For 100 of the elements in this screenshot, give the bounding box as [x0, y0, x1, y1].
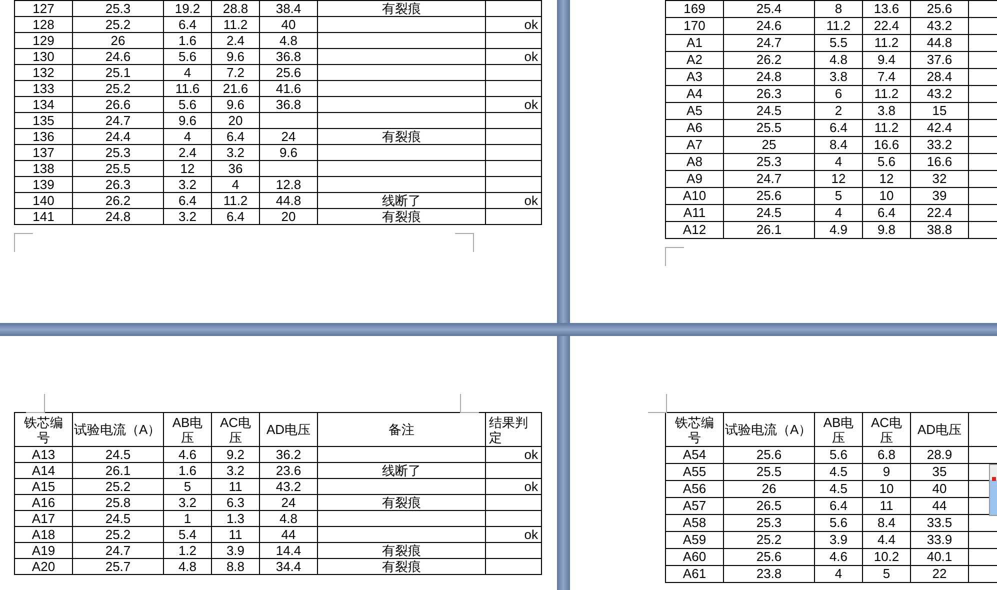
table-cell: 6.3 — [212, 494, 260, 510]
table-cell: ok — [486, 446, 542, 462]
table-cell: 24.7 — [724, 34, 814, 52]
table-cell: 4.8 — [260, 510, 318, 526]
table-cell: 33.9 — [910, 532, 968, 548]
table-cell: 11.2 — [862, 34, 910, 52]
table-cell: 20 — [212, 112, 260, 128]
table-cell: 4 — [814, 204, 862, 222]
table-cell: 1.3 — [212, 510, 260, 526]
table-cell: 5 — [862, 566, 910, 582]
table-cell: 7.4 — [862, 68, 910, 86]
column-header: 试验电流（A） — [72, 412, 164, 446]
crop-mark — [14, 233, 33, 252]
table-cell: 9.8 — [862, 222, 910, 238]
table-cell: 20 — [260, 208, 318, 224]
table-cell: 11.2 — [862, 120, 910, 136]
table-cell: 3.2 — [164, 176, 212, 192]
table-cell: 4 — [164, 128, 212, 144]
table-cell: 44 — [910, 498, 968, 514]
empty-table-cell — [486, 176, 542, 192]
table-cell: 44.8 — [910, 34, 968, 52]
table-cell: A54 — [666, 446, 724, 464]
table-cell: A60 — [666, 548, 724, 566]
table-cell: 9.6 — [212, 48, 260, 64]
table-cell: 38.4 — [260, 0, 318, 16]
crop-mark — [665, 247, 684, 266]
table-cell: 37.6 — [910, 52, 968, 68]
column-header: 备注 — [318, 412, 486, 446]
table-cell: 6.8 — [862, 446, 910, 464]
table-cell: 22.4 — [862, 18, 910, 34]
empty-table-cell — [486, 558, 542, 574]
table-cell: 12 — [814, 170, 862, 188]
table-cell: ok — [486, 192, 542, 208]
table-cell: 3.2 — [212, 144, 260, 160]
table-cell: 38.8 — [910, 222, 968, 238]
table-cell: 4.8 — [164, 558, 212, 574]
table-cell: 24.7 — [72, 112, 164, 128]
table-cell: A2 — [666, 52, 724, 68]
empty-table-cell — [486, 112, 542, 128]
table-cell: 28.8 — [212, 0, 260, 16]
column-header: AC电压 — [212, 412, 260, 446]
table-cell: A55 — [666, 464, 724, 480]
table-cell: 32 — [910, 170, 968, 188]
table-cell: A12 — [666, 222, 724, 238]
table-cell: 16.6 — [862, 136, 910, 154]
table-cell: 25.5 — [724, 464, 814, 480]
table-cell: 22 — [910, 566, 968, 582]
table-cell: 140 — [14, 192, 72, 208]
table-cell: 43.2 — [910, 86, 968, 102]
table-cell: 8.4 — [814, 136, 862, 154]
table-cell: 9.4 — [862, 52, 910, 68]
empty-header-cell — [968, 412, 997, 446]
table-cell: 26.5 — [724, 498, 814, 514]
table-cell: 5.4 — [164, 526, 212, 542]
table-cell: 11.2 — [212, 16, 260, 32]
empty-table-cell — [486, 80, 542, 96]
table-cell: 3.2 — [164, 208, 212, 224]
table-cell: 3.2 — [212, 462, 260, 478]
table-cell: A1 — [666, 34, 724, 52]
column-header: AD电压 — [260, 412, 318, 446]
table-cell: 2.4 — [212, 32, 260, 48]
table-cell: 5.6 — [164, 48, 212, 64]
table-cell: 25.3 — [724, 154, 814, 170]
table-cell: 24.5 — [72, 446, 164, 462]
table-cell: 25.2 — [72, 526, 164, 542]
table-cell: 25.6 — [910, 0, 968, 18]
table-cell: 14.4 — [260, 542, 318, 558]
table-cell: 4.8 — [814, 52, 862, 68]
table-cell: 11 — [212, 526, 260, 542]
table-cell: 10.2 — [862, 548, 910, 566]
side-tab[interactable] — [989, 464, 997, 516]
table-cell: 43.2 — [260, 478, 318, 494]
table-cell: 26.2 — [724, 52, 814, 68]
table-cell: A6 — [666, 120, 724, 136]
empty-table-cell — [260, 160, 318, 176]
crop-mark — [460, 394, 479, 413]
table-cell: 132 — [14, 64, 72, 80]
table-cell: ok — [486, 16, 542, 32]
table-cell: 169 — [666, 0, 724, 18]
table-cell: A9 — [666, 170, 724, 188]
table-cell: A3 — [666, 68, 724, 86]
table-cell: 25.4 — [724, 0, 814, 18]
table-cell: 12 — [862, 170, 910, 188]
table-cell: 43.2 — [910, 18, 968, 34]
table-cell: 6.4 — [212, 128, 260, 144]
table-cell: 4.5 — [814, 480, 862, 498]
table-cell: 26.6 — [72, 96, 164, 112]
empty-table-cell — [486, 494, 542, 510]
table-cell: 26.1 — [72, 462, 164, 478]
table-cell: 6.4 — [212, 208, 260, 224]
table-cell: A19 — [14, 542, 72, 558]
table-cell: 4 — [164, 64, 212, 80]
crop-mark — [648, 394, 667, 413]
table-cell: 9.6 — [164, 112, 212, 128]
column-header: AC电压 — [862, 412, 910, 446]
table-cell: 5.6 — [814, 446, 862, 464]
table-cell: 4.5 — [814, 464, 862, 480]
table-cell: 4.6 — [814, 548, 862, 566]
table-cell: 130 — [14, 48, 72, 64]
table-cell: 26.3 — [72, 176, 164, 192]
